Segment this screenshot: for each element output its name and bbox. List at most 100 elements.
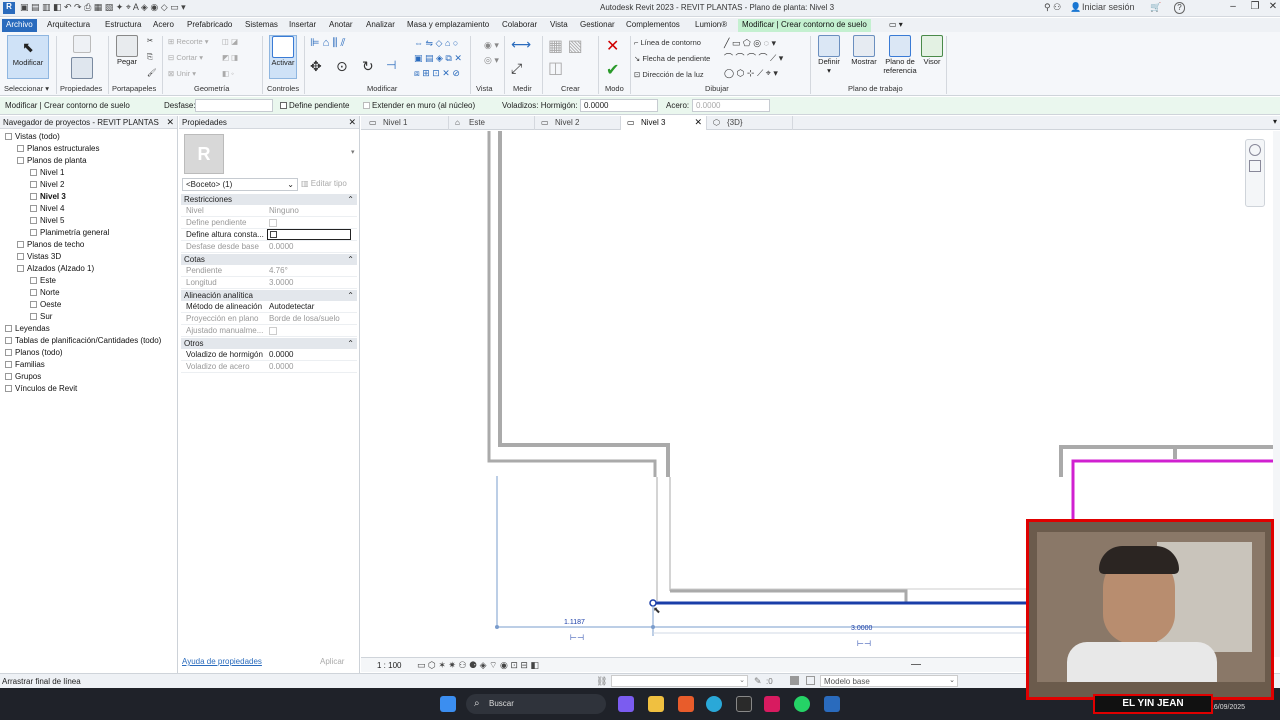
flecha-pendiente-button[interactable]: ↘ Flecha de pendiente	[634, 54, 710, 63]
browser-tree-item[interactable]: Nivel 2	[30, 180, 64, 189]
section-alineacion[interactable]: Alineación analítica ⌃	[181, 290, 357, 301]
user-icon[interactable]: 👤	[1070, 2, 1081, 14]
tab-prefabricado[interactable]: Prefabricado	[183, 19, 236, 32]
desfase-input[interactable]	[195, 99, 273, 112]
browser-tree-item[interactable]: Planos de techo	[17, 240, 84, 249]
mostrar-button[interactable]: Mostrar	[848, 35, 880, 66]
file-explorer-icon[interactable]	[648, 696, 664, 712]
recorte-button[interactable]: ⊞ Recorte ▾	[168, 37, 209, 46]
quick-access-toolbar[interactable]: ▣ ▤ ▥ ◧ ↶ ↷ ⎙ ▦ ▧ ✦ ⌖ A ◈ ◉ ◇ ▭ ▾	[20, 2, 186, 14]
section-restricciones[interactable]: Restricciones ⌃	[181, 194, 357, 205]
plano-referencia-button[interactable]: Plano de referencia	[880, 35, 920, 75]
revit-taskbar-icon[interactable]	[824, 696, 840, 712]
edge-icon[interactable]	[706, 696, 722, 712]
browser-tree-item[interactable]: Vistas 3D	[17, 252, 61, 261]
panel-seleccionar[interactable]: Seleccionar ▾	[4, 84, 49, 93]
dimension-text-1[interactable]: 1.1187	[564, 619, 585, 626]
browser-tree-item[interactable]: Planos de planta	[17, 156, 87, 165]
copy-icon[interactable]: ⎘	[147, 52, 153, 62]
section-otros[interactable]: Otros ⌃	[181, 338, 357, 349]
apply-button[interactable]: Aplicar	[320, 657, 344, 666]
design-option-icon-2[interactable]	[806, 676, 815, 685]
type-dropdown-icon[interactable]: ▾	[351, 148, 355, 156]
help-icon[interactable]: ?	[1174, 2, 1185, 14]
rotate-icon[interactable]: ↻	[362, 58, 374, 75]
visor-button[interactable]: Visor	[920, 35, 944, 66]
signin-button[interactable]: Iniciar sesión	[1082, 2, 1135, 14]
tab-acero[interactable]: Acero	[149, 19, 178, 32]
browser-tree-item[interactable]: Grupos	[5, 372, 41, 381]
browser-tree-item[interactable]: Sur	[30, 312, 52, 321]
geometry-tools-icon-3[interactable]: ◧ ◦	[222, 69, 234, 78]
propiedades-button[interactable]	[68, 57, 96, 79]
match-icon[interactable]: 🖌	[147, 68, 157, 77]
prop-row-define-altura[interactable]: Define altura consta...	[181, 229, 357, 241]
tab-gestionar[interactable]: Gestionar	[576, 19, 619, 32]
browser-tree-item[interactable]: Leyendas	[5, 324, 50, 333]
brave-icon[interactable]	[678, 696, 694, 712]
tab-sistemas[interactable]: Sistemas	[241, 19, 282, 32]
browser-tree-item[interactable]: Nivel 4	[30, 204, 64, 213]
cut-icon[interactable]: ✂	[147, 36, 153, 45]
browser-tree-item[interactable]: Vistas (todo)	[5, 132, 60, 141]
browser-tree-item[interactable]: Familias	[5, 360, 45, 369]
tabs-overflow-icon[interactable]: ▾	[1273, 117, 1277, 126]
windows-start-icon[interactable]	[440, 696, 456, 712]
minimize-button[interactable]: –	[1222, 1, 1244, 15]
prop-checkbox-field[interactable]	[267, 229, 351, 240]
tab-arquitectura[interactable]: Arquitectura	[43, 19, 94, 32]
tab-view-nivel-2[interactable]: ▭ Nivel 2	[535, 116, 621, 130]
type-selector[interactable]: <Boceto> (1) ⌄	[182, 178, 298, 191]
tab-estructura[interactable]: Estructura	[101, 19, 145, 32]
extender-checkbox[interactable]: Extender en muro (al núcleo)	[363, 101, 475, 110]
worksets-icon[interactable]: ⛓	[596, 676, 607, 687]
browser-tree-item[interactable]: Nivel 3	[30, 192, 66, 201]
editar-tipo-button[interactable]: ▥ Editar tipo	[301, 179, 347, 188]
activar-button[interactable]: Activar	[269, 35, 297, 79]
edit-request-icon[interactable]: ✎	[754, 676, 762, 687]
cortar-button[interactable]: ⊟ Cortar ▾	[168, 53, 203, 62]
close-window-button[interactable]: ✕	[1262, 1, 1280, 15]
design-option-dropdown[interactable]: Modelo base ⌄	[820, 675, 958, 687]
vertical-scrollbar[interactable]	[1273, 131, 1280, 657]
browser-tree-item[interactable]: Vínculos de Revit	[5, 384, 77, 393]
whatsapp-icon[interactable]	[794, 696, 810, 712]
geometry-tools-icon[interactable]: ◫ ◪	[222, 37, 238, 46]
define-pendiente-checkbox[interactable]: Define pendiente	[280, 101, 350, 110]
browser-tree-item[interactable]: Planos (todo)	[5, 348, 63, 357]
move-icon[interactable]: ✥	[310, 58, 322, 75]
tab-modificar-contorno[interactable]: Modificar | Crear contorno de suelo	[738, 19, 871, 32]
linea-contorno-button[interactable]: ⌐ Línea de contorno	[634, 38, 701, 47]
steering-wheel-icon[interactable]	[1249, 144, 1261, 156]
tab-complementos[interactable]: Complementos	[622, 19, 684, 32]
tab-analizar[interactable]: Analizar	[362, 19, 399, 32]
pegar-button[interactable]: Pegar	[114, 35, 140, 66]
dimension-flip-icon[interactable]: ⊢⊣	[857, 639, 871, 648]
chatgpt-icon[interactable]	[736, 696, 752, 712]
design-options-icon[interactable]	[790, 676, 799, 685]
zoom-icon[interactable]	[1249, 160, 1261, 172]
tab-view-nivel-1[interactable]: ▭ Nivel 1	[363, 116, 449, 130]
prop-row-voladizo-hormigon[interactable]: Voladizo de hormigón 0.0000	[181, 349, 357, 361]
scale-selector[interactable]: 1 : 100	[377, 661, 401, 670]
definir-button[interactable]: Definir ▾	[814, 35, 844, 75]
acrobat-icon[interactable]	[764, 696, 780, 712]
tab-lumion[interactable]: Lumion®	[691, 19, 731, 32]
draw-tools-icons[interactable]: ╱ ▭ ⬠ ◎ ◌ ▾ ⌒ ⌒ ⌒ ⌒ ⟋ ▾ ◯ ⬡ ⊹ ⟋ ⌖ ▾	[724, 36, 783, 81]
view-tools-icons[interactable]: ◉ ▾ ◎ ▾	[484, 38, 499, 68]
tab-anotar[interactable]: Anotar	[325, 19, 357, 32]
create-parts-icon[interactable]: ◫	[548, 58, 563, 78]
type-properties-icon[interactable]	[72, 35, 92, 55]
tab-view-nivel-3[interactable]: ▭ Nivel 3 ✕	[621, 116, 707, 130]
align-icon[interactable]: ⊫ ⌂ ⫼ ⫽	[310, 36, 345, 50]
close-icon[interactable]: ✕	[694, 117, 702, 128]
tab-overflow-icon[interactable]: ▭ ▾	[885, 19, 907, 32]
trim-icon[interactable]: ⊣	[386, 58, 396, 72]
browser-tree-item[interactable]: Nivel 1	[30, 168, 64, 177]
prop-row-metodo[interactable]: Método de alineación Autodetectar	[181, 301, 357, 313]
modify-small-icons[interactable]: ⇔ ⇋ ◇ ⌂ ○ ▣ ▤ ◈ ⧉ ✕ ⧈ ⊞ ⊡ ✕ ⊘	[414, 36, 462, 81]
browser-tree-item[interactable]: Tablas de planificación/Cantidades (todo…	[5, 336, 161, 345]
dimension-icon[interactable]: ⤢	[511, 60, 522, 77]
tab-archivo[interactable]: Archivo	[2, 19, 37, 32]
dimension-text-2[interactable]: 3.0000	[851, 625, 873, 632]
